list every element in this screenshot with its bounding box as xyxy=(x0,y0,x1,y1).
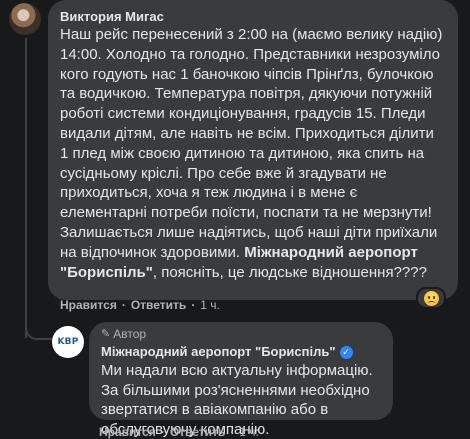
avatar-kbp[interactable]: KBP xyxy=(52,326,84,358)
reply-bubble: ✎ Автор Міжнародний аеропорт "Бориспіль"… xyxy=(89,322,393,438)
reply-author-row: Міжнародний аеропорт "Бориспіль" ✓ xyxy=(101,343,383,361)
verified-icon: ✓ xyxy=(339,345,353,359)
separator: · xyxy=(121,298,126,312)
pen-icon: ✎ xyxy=(101,328,111,340)
comment-text: Наш рейс перенесений з 2:00 на (маємо ве… xyxy=(60,25,446,282)
comment-text-part: Наш рейс перенесений з 2:00 на (маємо ве… xyxy=(60,26,443,261)
timestamp[interactable]: 1 ч. xyxy=(200,298,220,312)
thread-line xyxy=(25,38,27,338)
sad-icon xyxy=(423,290,439,306)
comment-text-end: , поясніть, це людське відношення???? xyxy=(152,263,427,281)
avatar-logo-text: KBP xyxy=(57,337,79,347)
reply-branch-line xyxy=(25,322,53,340)
comment-bubble: Виктория Мигас Наш рейс перенесений з 2:… xyxy=(48,0,458,300)
separator: · xyxy=(191,298,196,312)
avatar[interactable] xyxy=(9,3,41,35)
author-badge: ✎ Автор xyxy=(101,327,383,341)
comment-author[interactable]: Виктория Мигас xyxy=(60,8,446,25)
author-badge-label: Автор xyxy=(113,327,147,341)
reply-button[interactable]: Ответить xyxy=(131,298,186,312)
reply-author[interactable]: Міжнародний аеропорт "Бориспіль" xyxy=(101,343,336,361)
like-button[interactable]: Нравится xyxy=(60,298,117,312)
comment-actions: Нравится · Ответить · 1 ч. xyxy=(60,298,220,312)
reaction-count[interactable] xyxy=(416,287,446,309)
